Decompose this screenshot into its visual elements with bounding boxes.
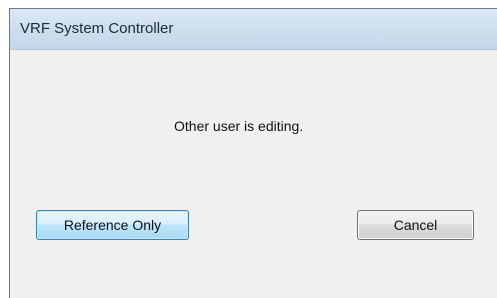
reference-only-button[interactable]: Reference Only [36,210,189,240]
dialog-body: Other user is editing. Reference Only Ca… [10,50,497,298]
window-title: VRF System Controller [20,20,174,37]
dialog-message: Other user is editing. [174,118,304,134]
cancel-button[interactable]: Cancel [357,210,474,240]
dialog-window: VRF System Controller Other user is edit… [9,8,497,298]
title-bar[interactable]: VRF System Controller [10,9,497,50]
